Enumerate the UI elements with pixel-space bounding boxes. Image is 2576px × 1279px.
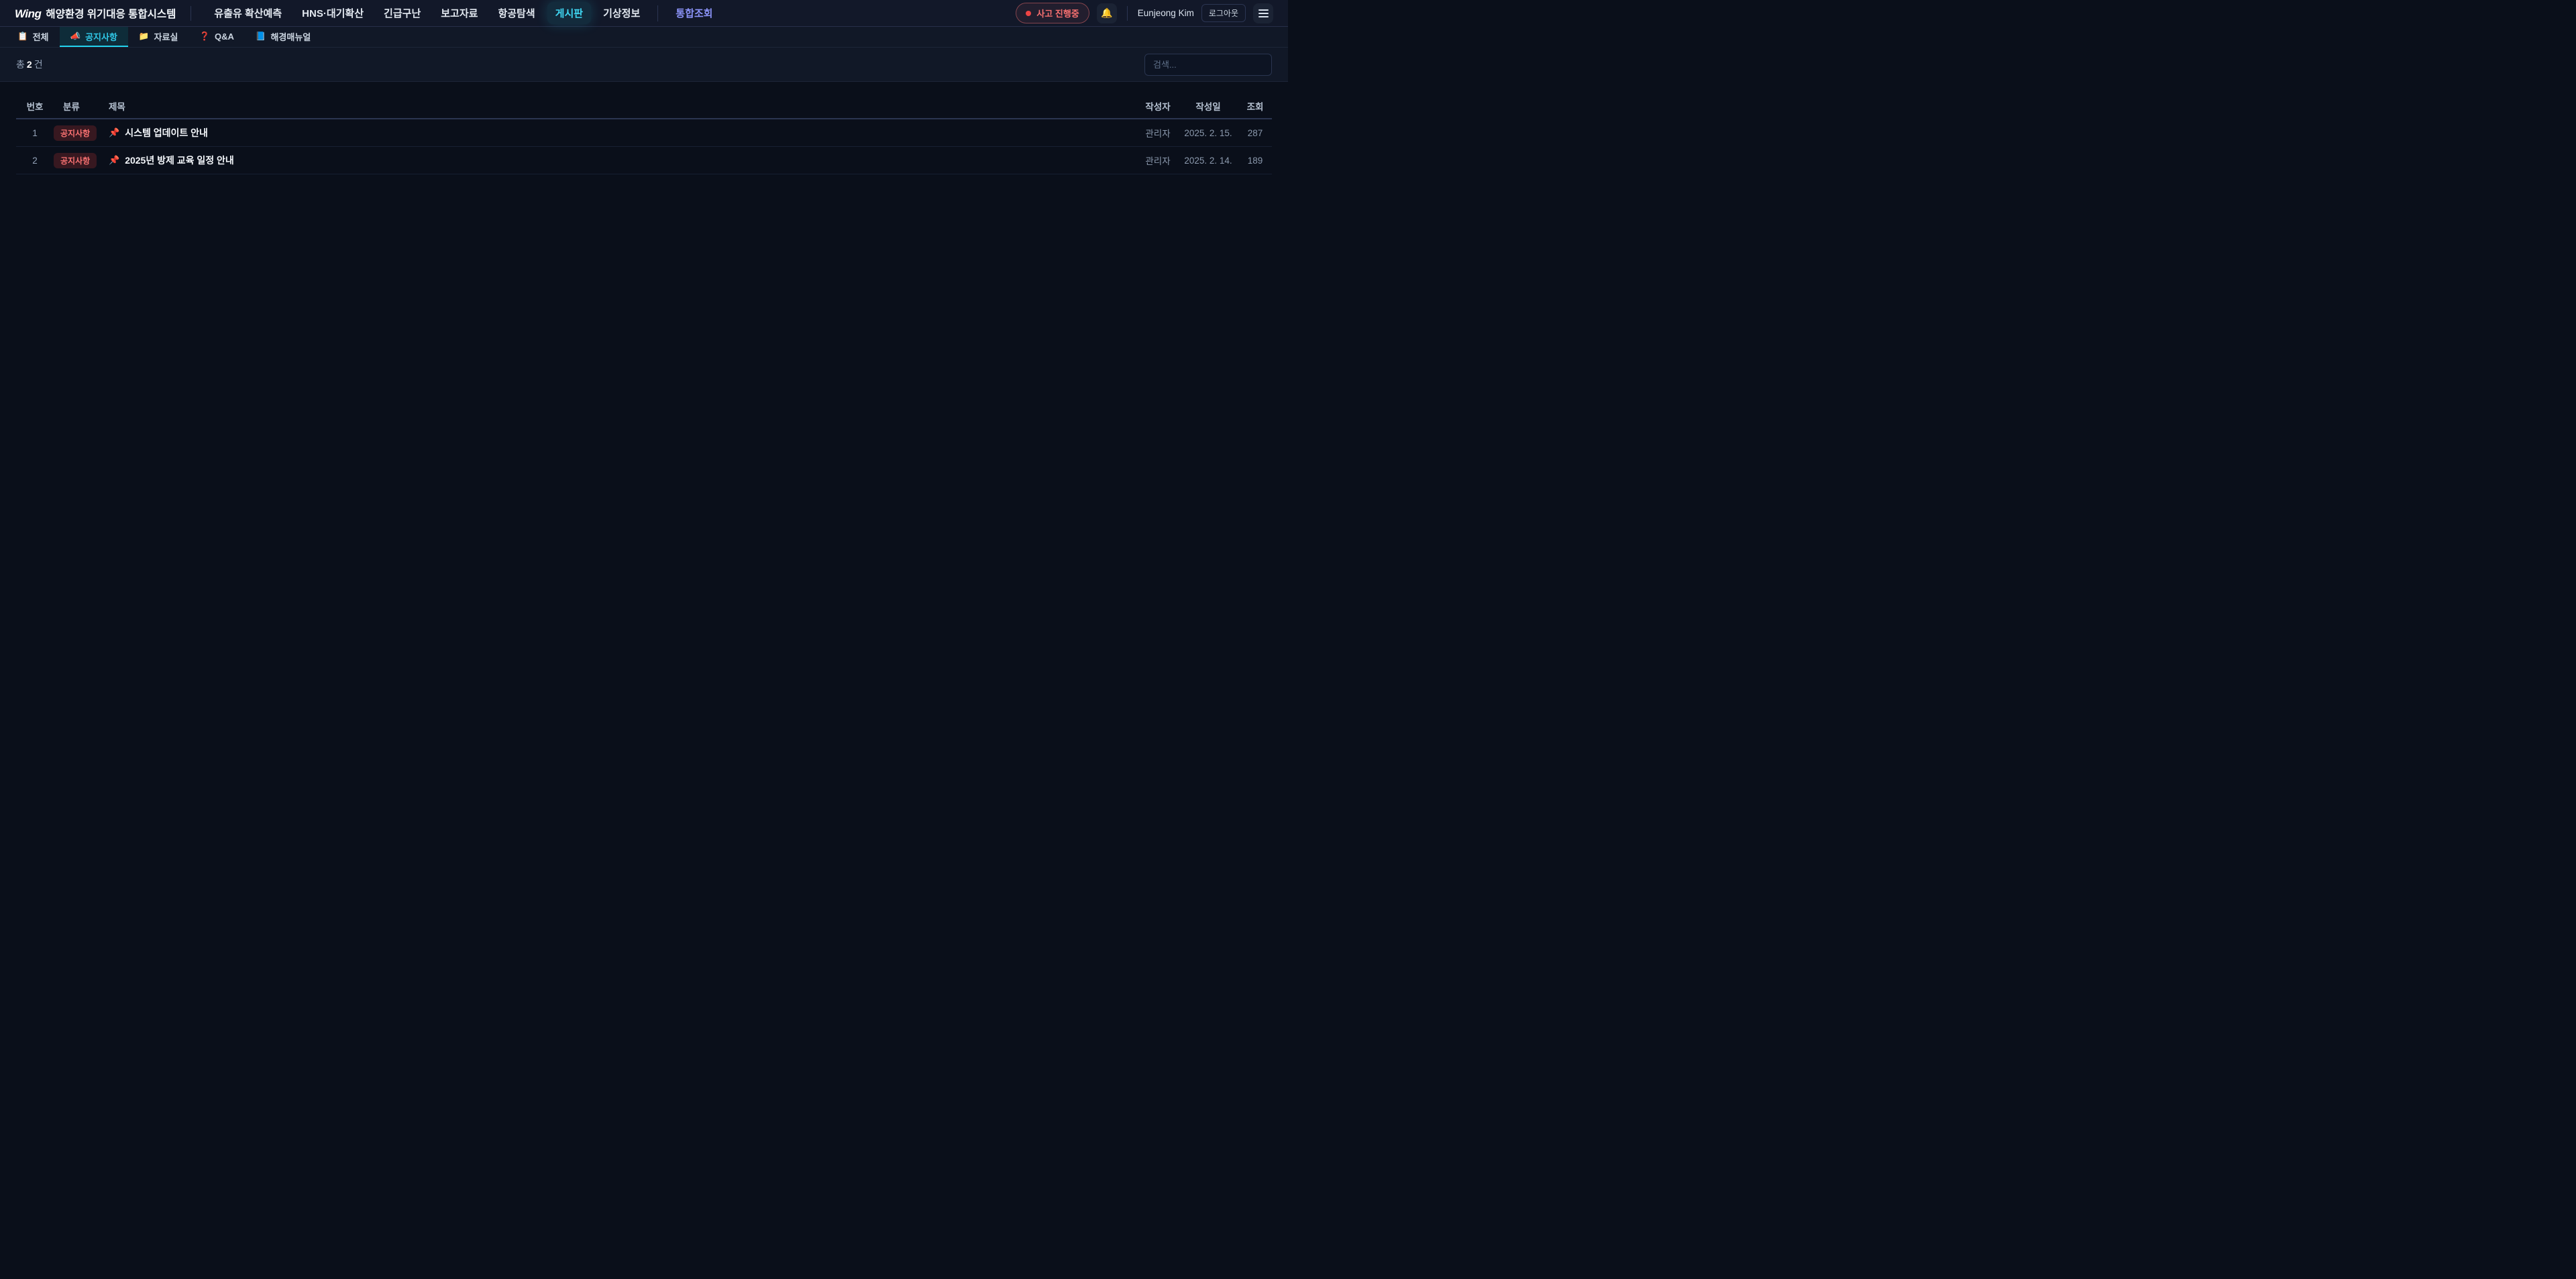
pin-icon: 📌 [109, 155, 119, 166]
total-count-value: 2 [27, 59, 32, 70]
category-badge: 공지사항 [54, 153, 97, 168]
question-icon: ❓ [199, 32, 210, 42]
app-title: 해양환경 위기대응 통합시스템 [46, 6, 176, 21]
row-number: 1 [16, 128, 54, 138]
tab-qna[interactable]: ❓ Q&A [189, 27, 244, 47]
row-date: 2025. 2. 15. [1178, 128, 1238, 138]
nav-item-integrated-search[interactable]: 통합조회 [667, 2, 720, 24]
bell-icon: 🔔 [1101, 7, 1112, 19]
nav-item-weather-info[interactable]: 기상정보 [595, 2, 648, 24]
column-header-date: 작성일 [1178, 99, 1238, 113]
notice-title[interactable]: 2025년 방제 교육 일정 안내 [125, 154, 234, 167]
nav-item-emergency-rescue[interactable]: 긴급구난 [376, 2, 429, 24]
column-header-no: 번호 [16, 99, 54, 113]
column-header-category: 분류 [54, 99, 105, 113]
board-content: 번호 분류 제목 작성자 작성일 조회 1 공지사항 📌 시스템 업데이트 안내… [0, 82, 1288, 174]
tab-notices[interactable]: 📣 공지사항 [60, 27, 128, 47]
topbar-right-group: 사고 진행중 🔔 Eunjeong Kim 로그아웃 [1016, 3, 1273, 23]
incident-status-badge[interactable]: 사고 진행중 [1016, 3, 1089, 23]
table-row[interactable]: 2 공지사항 📌 2025년 방제 교육 일정 안내 관리자 2025. 2. … [16, 147, 1272, 174]
tab-notices-label: 공지사항 [85, 30, 117, 43]
tab-all[interactable]: 📋 전체 [7, 27, 60, 47]
logout-button[interactable]: 로그아웃 [1201, 4, 1246, 22]
nav-separator [657, 5, 658, 21]
row-title-cell[interactable]: 📌 2025년 방제 교육 일정 안내 [105, 154, 1138, 167]
table-row[interactable]: 1 공지사항 📌 시스템 업데이트 안내 관리자 2025. 2. 15. 28… [16, 119, 1272, 147]
notifications-button[interactable]: 🔔 [1097, 3, 1117, 23]
nav-item-aerial-search[interactable]: 항공탐색 [490, 2, 543, 24]
row-number: 2 [16, 156, 54, 166]
tab-manual-label: 해경매뉴얼 [270, 30, 311, 43]
hamburger-icon [1258, 13, 1269, 14]
total-prefix: 총 [16, 59, 25, 70]
column-header-author: 작성자 [1138, 99, 1178, 113]
column-header-views: 조회 [1238, 99, 1272, 113]
tab-archive[interactable]: 📁 자료실 [128, 27, 189, 47]
row-title-cell[interactable]: 📌 시스템 업데이트 안내 [105, 126, 1138, 140]
book-icon: 📘 [256, 32, 266, 42]
search-input[interactable] [1144, 54, 1272, 76]
category-badge: 공지사항 [54, 125, 97, 141]
nav-item-oil-spill-forecast[interactable]: 유출유 확산예측 [206, 2, 290, 24]
row-views: 189 [1238, 156, 1272, 166]
tab-manual[interactable]: 📘 해경매뉴얼 [245, 27, 321, 47]
clipboard-icon: 📋 [17, 32, 28, 42]
board-tab-bar: 📋 전체 📣 공지사항 📁 자료실 ❓ Q&A 📘 해경매뉴얼 [0, 27, 1288, 48]
total-count: 총2건 [16, 58, 43, 71]
column-header-title: 제목 [105, 99, 1138, 113]
user-name: Eunjeong Kim [1138, 8, 1194, 18]
tab-qna-label: Q&A [215, 32, 234, 42]
top-bar: Wing 해양환경 위기대응 통합시스템 유출유 확산예측 HNS·대기확산 긴… [0, 0, 1288, 27]
menu-button[interactable] [1253, 3, 1273, 23]
incident-dot-icon [1026, 11, 1031, 16]
nav-item-hns-dispersion[interactable]: HNS·대기확산 [294, 2, 372, 24]
logo-wing-mark: Wing [15, 7, 41, 21]
user-divider [1127, 6, 1128, 21]
app-logo: Wing 해양환경 위기대응 통합시스템 [15, 6, 176, 21]
nav-item-reports[interactable]: 보고자료 [433, 2, 486, 24]
tab-all-label: 전체 [33, 30, 49, 43]
row-views: 287 [1238, 128, 1272, 138]
row-date: 2025. 2. 14. [1178, 156, 1238, 166]
notice-title[interactable]: 시스템 업데이트 안내 [125, 126, 208, 140]
folder-icon: 📁 [139, 32, 150, 42]
row-category: 공지사항 [54, 153, 105, 168]
pin-icon: 📌 [109, 127, 119, 138]
row-category: 공지사항 [54, 125, 105, 141]
row-author: 관리자 [1138, 126, 1178, 140]
total-suffix: 건 [34, 59, 43, 70]
incident-status-label: 사고 진행중 [1036, 7, 1079, 19]
nav-item-board[interactable]: 게시판 [547, 2, 591, 24]
board-toolbar: 총2건 [0, 48, 1288, 82]
megaphone-icon: 📣 [70, 32, 81, 42]
table-header-row: 번호 분류 제목 작성자 작성일 조회 [16, 94, 1272, 119]
main-nav: 유출유 확산예측 HNS·대기확산 긴급구난 보고자료 항공탐색 게시판 기상정… [206, 2, 720, 24]
tab-archive-label: 자료실 [154, 30, 178, 43]
row-author: 관리자 [1138, 154, 1178, 167]
